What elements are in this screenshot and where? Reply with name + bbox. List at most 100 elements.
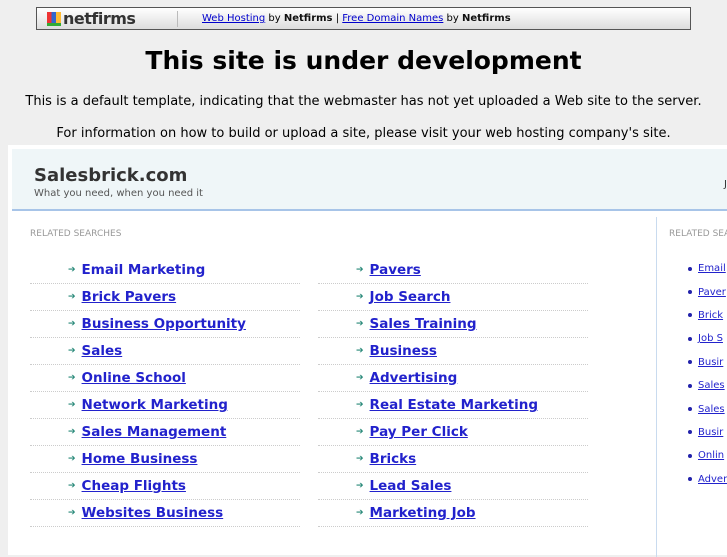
search-link[interactable]: Brick Pavers [82,289,177,305]
list-item: ➔ Business Opportunity [30,311,300,338]
list-item: ➔ Sales [30,338,300,365]
search-link[interactable]: Advertising [370,370,458,386]
search-link[interactable]: Marketing Job [370,505,476,521]
arrow-icon: ➔ [356,292,364,302]
info-text-2: For information on how to build or uploa… [56,126,671,141]
bullet-icon [688,266,692,271]
list-item: ➔ Marketing Job [318,500,588,527]
list-item: ➔ Advertising [318,365,588,392]
arrow-icon: ➔ [356,373,364,383]
list-item: ➔ Pavers [318,257,588,284]
free-domain-link[interactable]: Free Domain Names [342,13,443,24]
arrow-icon: ➔ [356,265,364,275]
list-item: ➔ Sales Management [30,419,300,446]
list-item: Onlin [688,444,727,467]
bullet-icon [688,290,692,295]
search-link[interactable]: Paver [698,287,726,298]
list-item: Sales [688,397,727,420]
site-title: Salesbrick.com [34,165,188,186]
search-link[interactable]: Brick [698,310,723,321]
search-link[interactable]: Pavers [370,262,421,278]
list-item: ➔ Network Marketing [30,392,300,419]
list-item: ➔ Email Marketing [30,257,300,284]
arrow-icon: ➔ [68,508,76,518]
list-item: ➔ Lead Sales [318,473,588,500]
arrow-icon: ➔ [356,481,364,491]
web-hosting-link[interactable]: Web Hosting [202,13,265,24]
search-link[interactable]: Sales [698,380,725,391]
search-link[interactable]: Lead Sales [370,478,452,494]
netfirms-logo[interactable]: netfirms [37,9,177,28]
search-link[interactable]: Job Search [370,289,451,305]
left-column: ➔ Email Marketing ➔ Brick Pavers ➔ Business O… [30,257,300,527]
search-link[interactable]: Busir [698,427,723,438]
parked-page-frame: Salesbrick.com What you need, when you n… [8,145,727,557]
list-item: ➔ Pay Per Click [318,419,588,446]
list-item: ➔ Online School [30,365,300,392]
search-link[interactable]: Sales Training [370,316,477,332]
list-item: ➔ Websites Business [30,500,300,527]
search-link[interactable]: Business [370,343,437,359]
arrow-icon: ➔ [356,400,364,410]
list-item: ➔ Sales Training [318,311,588,338]
search-link[interactable]: Websites Business [82,505,224,521]
arrow-icon: ➔ [356,319,364,329]
search-link[interactable]: Online School [82,370,186,386]
arrow-icon: ➔ [68,265,76,275]
list-item: Busir [688,421,727,444]
arrow-icon: ➔ [356,454,364,464]
search-link[interactable]: Adver [698,474,727,485]
column-divider [656,217,657,557]
list-item: Email [688,257,727,280]
bullet-icon [688,477,692,482]
list-item: Brick [688,304,727,327]
arrow-icon: ➔ [356,427,364,437]
related-searches-label: RELATED SEARCHES [30,229,122,239]
list-item: Busir [688,351,727,374]
bullet-icon [688,383,692,388]
arrow-icon: ➔ [68,373,76,383]
bullet-icon [688,407,692,412]
arrow-icon: ➔ [68,481,76,491]
list-item: ➔ Business [318,338,588,365]
search-link[interactable]: Busir [698,357,723,368]
arrow-icon: ➔ [68,454,76,464]
list-item: ➔ Job Search [318,284,588,311]
bullet-icon [688,430,692,435]
search-link[interactable]: Pay Per Click [370,424,468,440]
netfirms-logo-icon [47,11,61,26]
netfirms-banner: netfirms Web Hosting by Netfirms | Free … [36,7,691,30]
list-item: Job S [688,327,727,350]
search-link[interactable]: Cheap Flights [82,478,186,494]
arrow-icon: ➔ [68,292,76,302]
arrow-icon: ➔ [356,346,364,356]
arrow-icon: ➔ [68,319,76,329]
arrow-icon: ➔ [356,508,364,518]
search-link[interactable]: Job S [698,333,723,344]
search-link[interactable]: Network Marketing [82,397,228,413]
search-link[interactable]: Sales [698,404,725,415]
bullet-icon [688,453,692,458]
list-item: Adver [688,468,727,491]
search-link[interactable]: Email [698,263,726,274]
list-item: ➔ Cheap Flights [30,473,300,500]
list-item: ➔ Bricks [318,446,588,473]
list-item: ➔ Home Business [30,446,300,473]
search-link[interactable]: Sales Management [82,424,227,440]
search-link[interactable]: Sales [82,343,123,359]
search-link[interactable]: Business Opportunity [82,316,246,332]
middle-column: ➔ Pavers ➔ Job Search ➔ Sales Training ➔ Busine… [318,257,588,527]
search-link[interactable]: Home Business [82,451,198,467]
list-item: ➔ Real Estate Marketing [318,392,588,419]
list-item: ➔ Brick Pavers [30,284,300,311]
search-link[interactable]: Real Estate Marketing [370,397,538,413]
search-link[interactable]: Email Marketing [82,262,206,278]
page-heading: This site is under development [145,46,582,75]
list-item: Paver [688,280,727,303]
bullet-icon [688,336,692,341]
search-link[interactable]: Onlin [698,450,724,461]
bullet-icon [688,313,692,318]
search-link[interactable]: Bricks [370,451,417,467]
right-column: Email Paver Brick Job S Busir Sales Sales Busir… [688,257,727,491]
right-related-label: RELATED SEA [669,229,727,239]
